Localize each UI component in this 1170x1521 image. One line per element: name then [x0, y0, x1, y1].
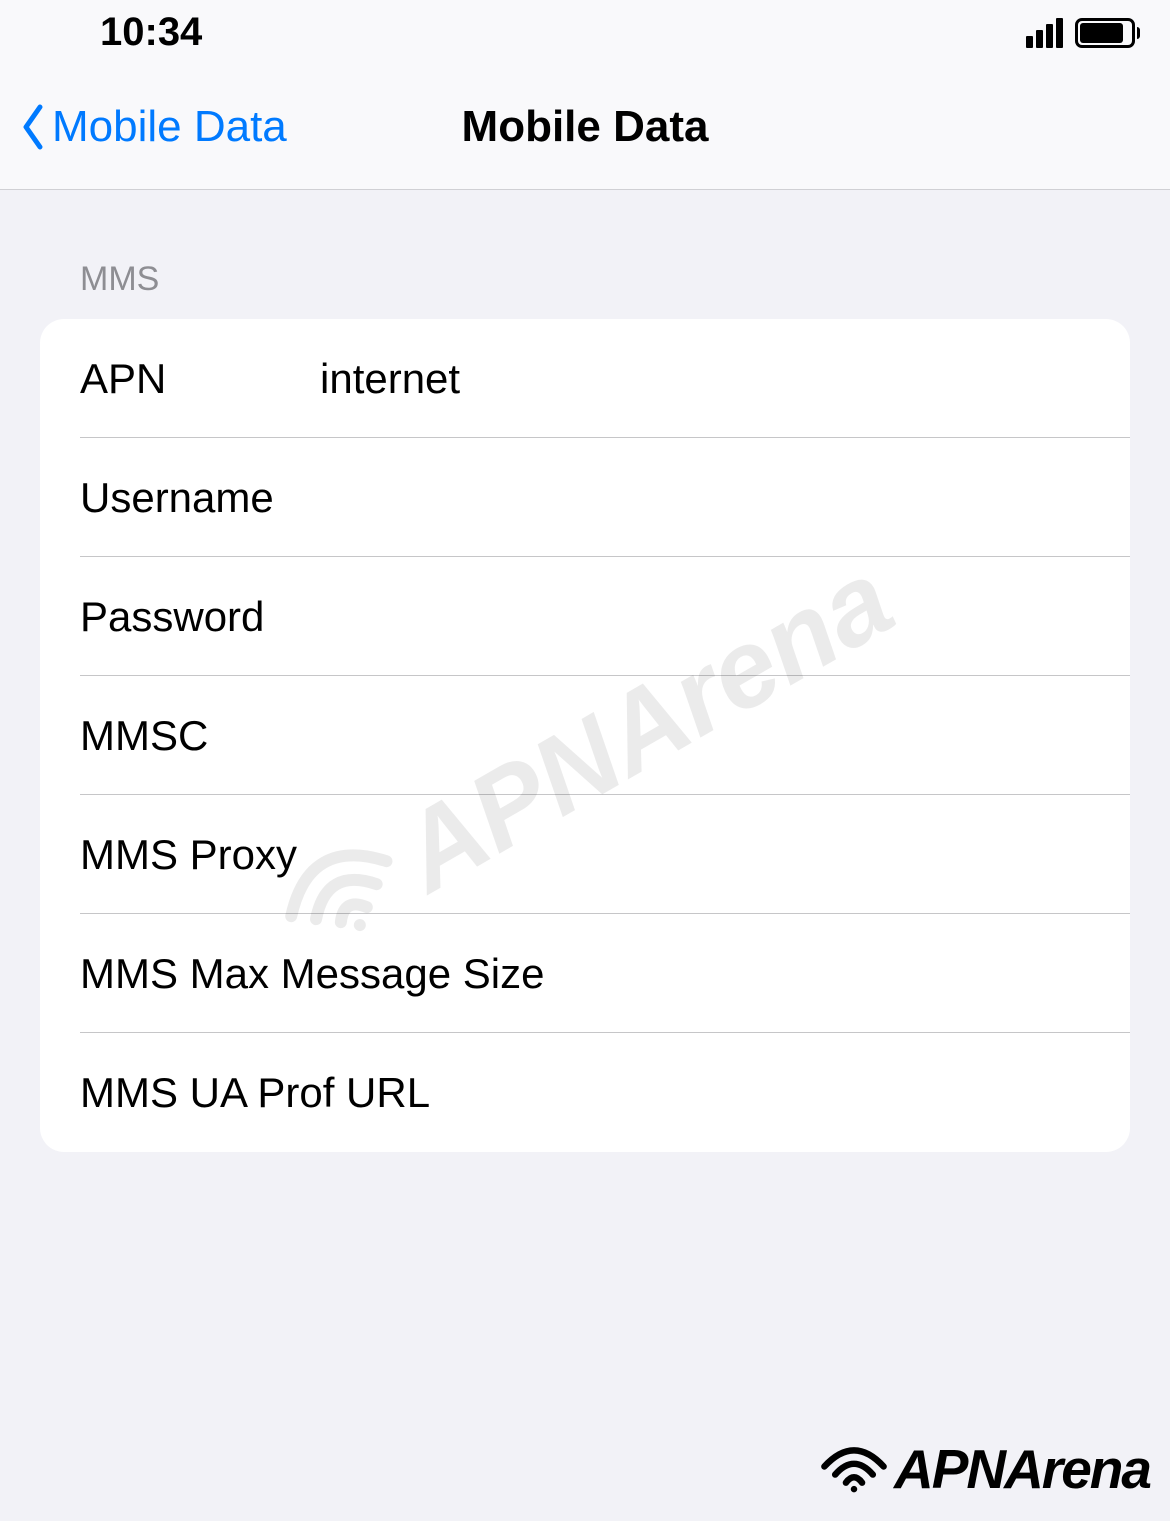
mms-max-size-row[interactable]: MMS Max Message Size: [40, 914, 1130, 1033]
back-button[interactable]: Mobile Data: [20, 102, 287, 152]
footer-brand-text: APNArena: [894, 1437, 1150, 1501]
wifi-icon: [819, 1439, 889, 1499]
mmsc-input[interactable]: [320, 712, 1090, 760]
mms-proxy-input[interactable]: [297, 831, 1090, 879]
username-row[interactable]: Username: [40, 438, 1130, 557]
mms-ua-prof-url-input[interactable]: [430, 1069, 1090, 1117]
mms-settings-group: APN Username Password MMSC MMS Proxy MMS…: [40, 319, 1130, 1152]
page-title: Mobile Data: [462, 102, 709, 152]
username-label: Username: [80, 474, 320, 522]
cellular-signal-icon: [1026, 18, 1063, 48]
password-row[interactable]: Password: [40, 557, 1130, 676]
footer-brand: APNArena: [819, 1437, 1150, 1501]
mmsc-label: MMSC: [80, 712, 320, 760]
apn-label: APN: [80, 355, 320, 403]
status-time: 10:34: [100, 10, 202, 55]
mmsc-row[interactable]: MMSC: [40, 676, 1130, 795]
apn-row[interactable]: APN: [40, 319, 1130, 438]
status-bar: 10:34: [0, 0, 1170, 65]
mms-proxy-label: MMS Proxy: [80, 831, 297, 879]
mms-proxy-row[interactable]: MMS Proxy: [40, 795, 1130, 914]
chevron-left-icon: [20, 103, 44, 151]
password-label: Password: [80, 593, 320, 641]
section-header-mms: MMS: [80, 260, 1130, 299]
apn-input[interactable]: [320, 355, 1090, 403]
password-input[interactable]: [320, 593, 1090, 641]
navigation-bar: Mobile Data Mobile Data: [0, 65, 1170, 190]
username-input[interactable]: [320, 474, 1090, 522]
status-indicators: [1026, 18, 1140, 48]
back-label: Mobile Data: [52, 102, 287, 152]
mms-ua-prof-url-label: MMS UA Prof URL: [80, 1069, 430, 1117]
mms-max-size-input[interactable]: [544, 950, 1090, 998]
battery-icon: [1075, 18, 1140, 48]
mms-max-size-label: MMS Max Message Size: [80, 950, 544, 998]
mms-ua-prof-url-row[interactable]: MMS UA Prof URL: [40, 1033, 1130, 1152]
content-area: MMS APN Username Password MMSC MMS Proxy…: [0, 260, 1170, 1152]
